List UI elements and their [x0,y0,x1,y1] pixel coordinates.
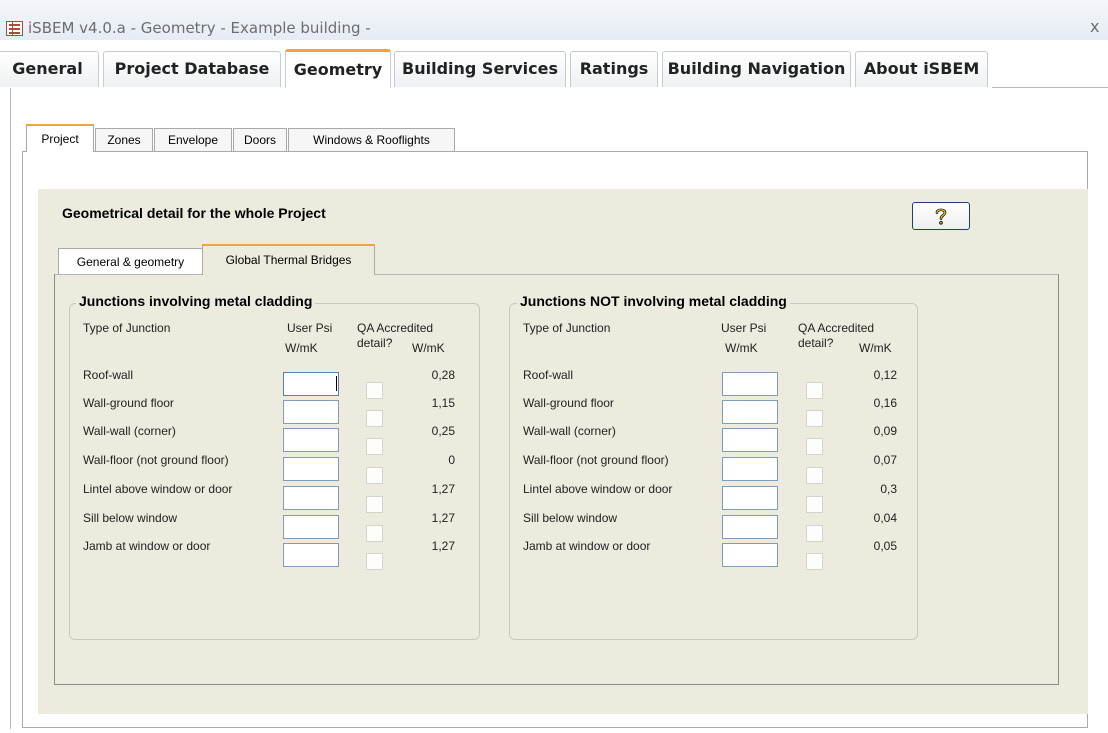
help-button[interactable] [912,202,970,230]
row-label: Jamb at window or door [523,539,651,553]
row-label: Roof-wall [523,368,574,382]
subtab-doors[interactable]: Doors [233,128,287,152]
user-psi-input[interactable] [722,372,778,396]
header-default-unit: W/mK [412,341,445,355]
qa-accredited-checkbox[interactable] [806,467,823,484]
qa-accredited-checkbox[interactable] [366,553,383,570]
row-label: Roof-wall [83,368,134,382]
user-psi-input[interactable] [283,428,339,452]
header-default-unit: W/mK [859,341,892,355]
user-psi-input[interactable] [722,428,778,452]
row-label: Wall-wall (corner) [523,424,616,438]
default-psi-value: 0,25 [431,424,455,438]
tab-general[interactable]: General [0,51,99,87]
user-psi-input[interactable] [722,400,778,424]
row-label: Jamb at window or door [83,539,211,553]
qa-accredited-checkbox[interactable] [366,525,383,542]
header-user-psi: User Psi [287,321,333,335]
header-user-psi: User Psi [721,321,767,335]
header-type-of-junction: Type of Junction [523,321,611,335]
tab-about-isbem[interactable]: About iSBEM [855,51,988,87]
qa-accredited-checkbox[interactable] [366,438,383,455]
user-psi-input[interactable] [283,486,339,510]
default-psi-value: 1,27 [431,539,455,553]
default-psi-value: 1,27 [431,511,455,525]
row-label: Sill below window [523,511,618,525]
default-psi-value: 0,09 [873,424,897,438]
default-psi-value: 0,07 [873,453,897,467]
subtab-project[interactable]: Project [26,124,94,152]
qa-accredited-checkbox[interactable] [806,525,823,542]
text-caret [336,376,337,391]
header-qa-detail: detail? [357,336,393,350]
row-label: Wall-wall (corner) [83,424,176,438]
default-psi-value: 0,05 [873,539,897,553]
default-psi-value: 0 [448,453,455,467]
user-psi-input[interactable] [722,486,778,510]
user-psi-input[interactable] [283,515,339,539]
row-label: Sill below window [83,511,178,525]
close-icon[interactable]: x [1090,17,1099,36]
row-label: Wall-ground floor [83,396,174,410]
header-qa-accredited: QA Accredited [357,321,434,335]
tab-general-geometry[interactable]: General & geometry [58,248,203,275]
access-form-icon [6,21,23,36]
qa-accredited-checkbox[interactable] [366,496,383,513]
title-bar: iSBEM v4.0.a - Geometry - Example buildi… [0,0,1108,40]
default-psi-value: 0,04 [873,511,897,525]
row-label: Lintel above window or door [523,482,673,496]
help-question-icon [935,208,947,225]
main-tab-strip: General Project Database Geometry Buildi… [0,49,1108,88]
default-psi-value: 1,15 [431,396,455,410]
subtab-zones[interactable]: Zones [95,128,153,152]
qa-accredited-checkbox[interactable] [806,410,823,427]
row-label: Wall-ground floor [523,396,614,410]
user-psi-input[interactable] [283,400,339,424]
default-psi-value: 0,3 [880,482,897,496]
header-qa-accredited: QA Accredited [798,321,875,335]
user-psi-input[interactable] [722,543,778,567]
form-title: Geometrical detail for the whole Project [62,205,326,221]
subtab-envelope[interactable]: Envelope [154,128,232,152]
tab-geometry[interactable]: Geometry [285,49,391,88]
tab-global-thermal-bridges[interactable]: Global Thermal Bridges [202,244,375,275]
user-psi-input[interactable] [722,515,778,539]
tab-building-services[interactable]: Building Services [394,51,566,87]
default-psi-value: 1,27 [431,482,455,496]
header-qa-detail: detail? [798,336,834,350]
user-psi-input[interactable] [283,543,339,567]
row-label: Wall-floor (not ground floor) [83,453,229,467]
user-psi-input[interactable] [283,372,339,396]
qa-accredited-checkbox[interactable] [806,553,823,570]
qa-accredited-checkbox[interactable] [366,410,383,427]
default-psi-value: 0,16 [873,396,897,410]
non-metal-cladding-group [509,303,918,640]
qa-accredited-checkbox[interactable] [806,496,823,513]
row-label: Wall-floor (not ground floor) [523,453,669,467]
qa-accredited-checkbox[interactable] [806,382,823,399]
window-title: iSBEM v4.0.a - Geometry - Example buildi… [28,19,371,37]
user-psi-input[interactable] [722,457,778,481]
tab-ratings[interactable]: Ratings [570,51,658,87]
qa-accredited-checkbox[interactable] [366,467,383,484]
header-user-psi-unit: W/mK [285,341,318,355]
qa-accredited-checkbox[interactable] [806,438,823,455]
header-type-of-junction: Type of Junction [83,321,171,335]
tab-building-navigation[interactable]: Building Navigation [662,51,851,87]
tab-project-database[interactable]: Project Database [103,51,281,87]
default-psi-value: 0,12 [873,368,897,382]
user-psi-input[interactable] [283,457,339,481]
metal-cladding-title: Junctions involving metal cladding [76,293,316,309]
qa-accredited-checkbox[interactable] [366,382,383,399]
non-metal-cladding-title: Junctions NOT involving metal cladding [517,293,790,309]
default-psi-value: 0,28 [431,368,455,382]
row-label: Lintel above window or door [83,482,233,496]
header-user-psi-unit: W/mK [725,341,758,355]
subtab-windows-rooflights[interactable]: Windows & Rooflights [288,128,455,152]
